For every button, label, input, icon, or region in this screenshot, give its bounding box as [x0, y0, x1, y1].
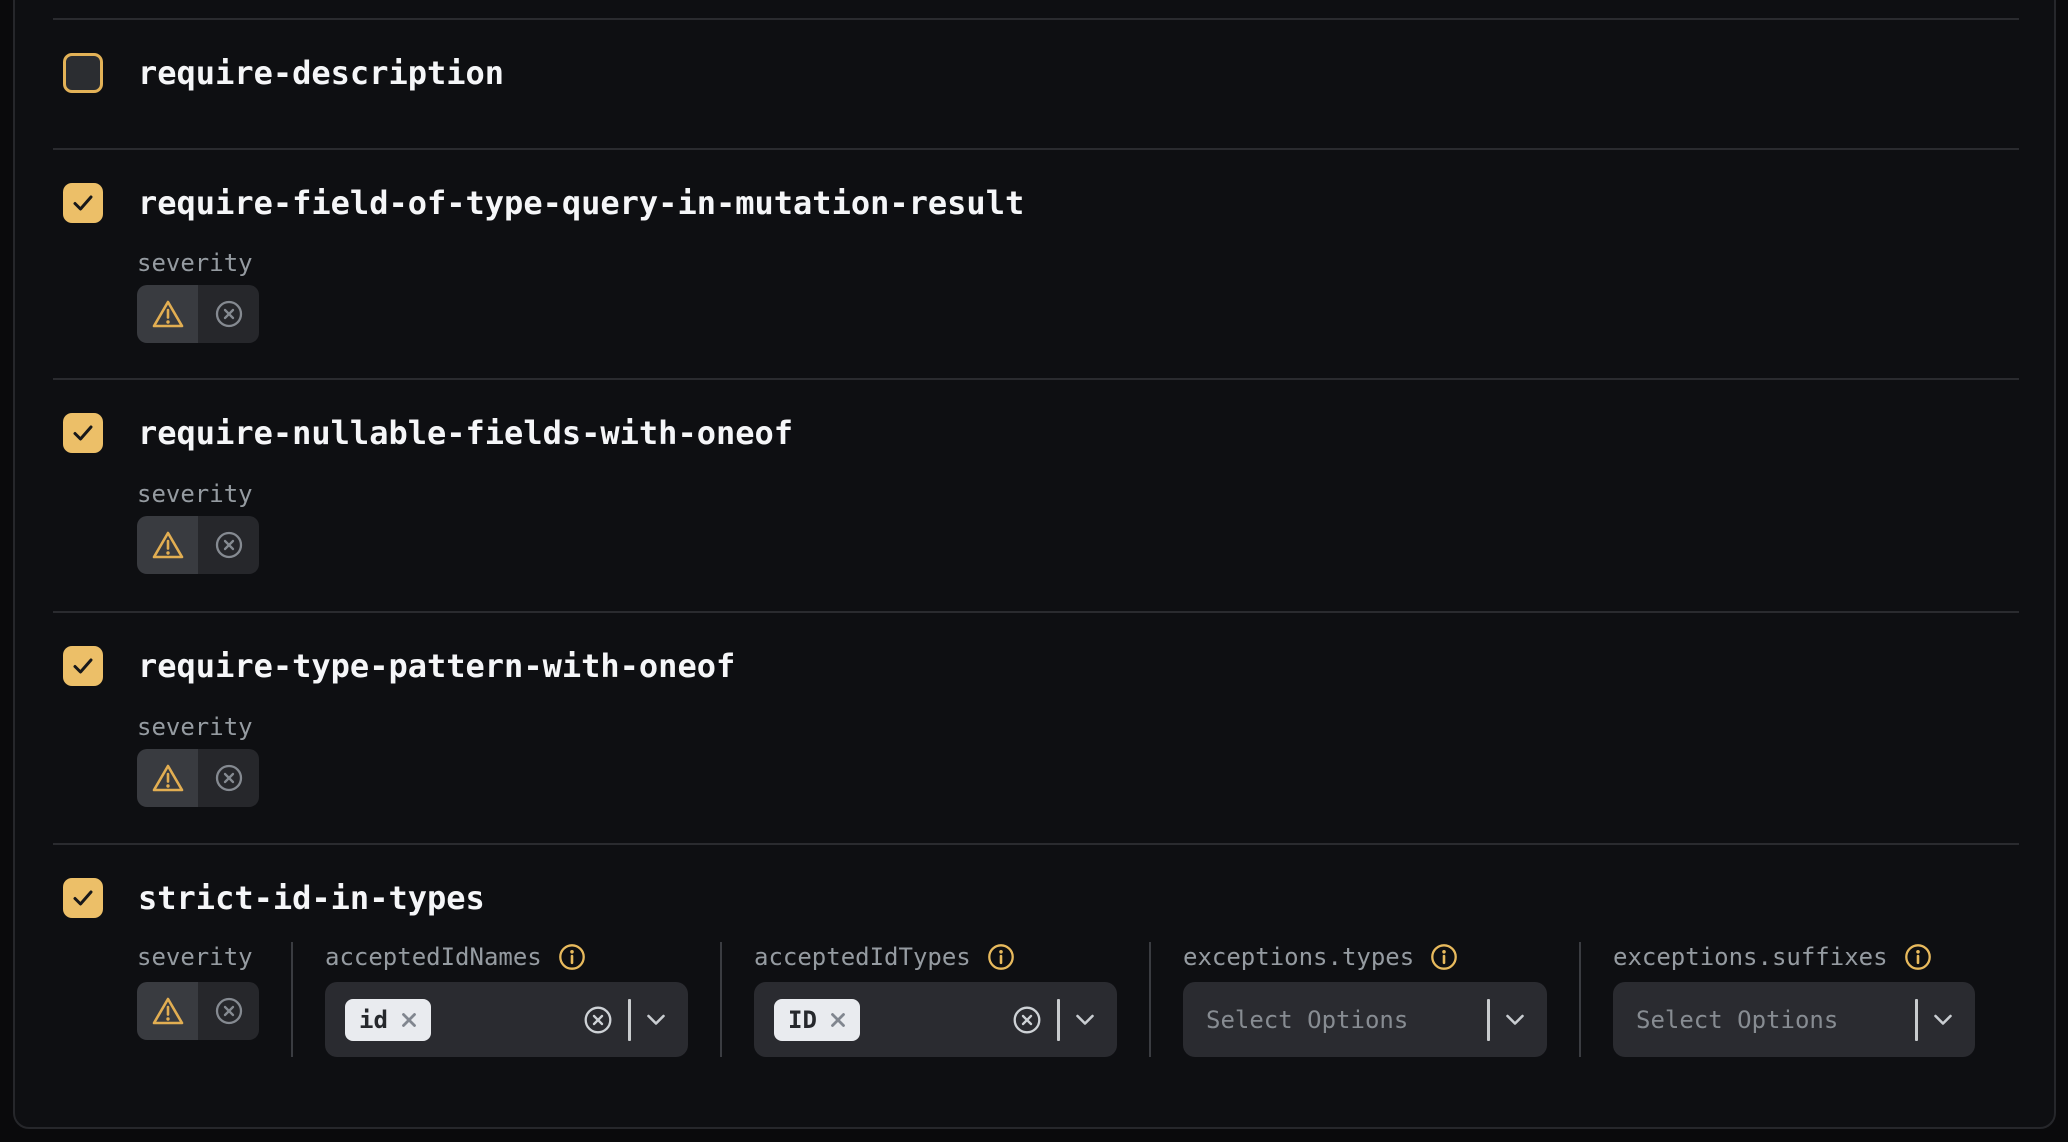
check-icon [71, 191, 95, 215]
severity-toggle [137, 285, 259, 343]
selected-value-chip: ID [774, 999, 860, 1041]
rule-row: strict-id-in-types [63, 878, 485, 918]
severity-toggle [137, 982, 259, 1040]
acceptedIdNames-option: acceptedIdNames id [325, 942, 688, 1057]
chevron-down-icon[interactable] [1933, 1014, 1953, 1026]
chip-remove-icon[interactable] [828, 1010, 848, 1030]
severity-off-button[interactable] [198, 285, 259, 343]
exceptions-suffixes-select[interactable]: Select Options [1613, 982, 1975, 1057]
severity-warn-button[interactable] [137, 982, 198, 1040]
severity-off-button[interactable] [198, 516, 259, 574]
severity-option: severity [137, 479, 259, 574]
column-separator [1149, 942, 1151, 1057]
severity-option: severity [137, 942, 259, 1057]
info-icon[interactable] [558, 943, 586, 971]
column-separator [1579, 942, 1581, 1057]
check-icon [71, 421, 95, 445]
severity-option: severity [137, 248, 259, 343]
rule-checkbox[interactable] [63, 53, 103, 93]
rule-checkbox[interactable] [63, 183, 103, 223]
rule-checkbox[interactable] [63, 878, 103, 918]
rule-checkbox[interactable] [63, 413, 103, 453]
row-divider [53, 378, 2019, 380]
rule-row: require-field-of-type-query-in-mutation-… [63, 183, 1024, 223]
warning-triangle-icon [151, 530, 185, 560]
row-divider [53, 843, 2019, 845]
check-icon [71, 886, 95, 910]
row-divider [53, 18, 2019, 20]
row-divider [53, 611, 2019, 613]
dropdown-separator [628, 999, 631, 1041]
exceptions-types-select[interactable]: Select Options [1183, 982, 1547, 1057]
dropdown-separator [1057, 999, 1060, 1041]
severity-warn-button[interactable] [137, 285, 198, 343]
column-separator [291, 942, 293, 1057]
clear-selection-icon[interactable] [1012, 1005, 1042, 1035]
chip-label: id [359, 1006, 388, 1034]
severity-off-button[interactable] [198, 982, 259, 1040]
rule-name-label: require-field-of-type-query-in-mutation-… [138, 184, 1024, 222]
rule-name-label: strict-id-in-types [138, 879, 485, 917]
rule-name-label: require-type-pattern-with-oneof [138, 647, 735, 685]
check-icon [71, 654, 95, 678]
info-icon[interactable] [1430, 943, 1458, 971]
option-label: exceptions.types [1183, 942, 1414, 972]
exceptions-suffixes-option: exceptions.suffixes Select Options [1613, 942, 1975, 1057]
chevron-down-icon[interactable] [646, 1014, 666, 1026]
severity-toggle [137, 749, 259, 807]
severity-off-button[interactable] [198, 749, 259, 807]
exceptions-types-option: exceptions.types Select Options [1183, 942, 1547, 1057]
option-label: acceptedIdNames [325, 942, 542, 972]
column-separator [720, 942, 722, 1057]
rule-checkbox[interactable] [63, 646, 103, 686]
info-icon[interactable] [987, 943, 1015, 971]
chevron-down-icon[interactable] [1505, 1014, 1525, 1026]
rule-name-label: require-nullable-fields-with-oneof [138, 414, 793, 452]
chip-remove-icon[interactable] [399, 1010, 419, 1030]
option-label: acceptedIdTypes [754, 942, 971, 972]
rule-row: require-nullable-fields-with-oneof [63, 413, 793, 453]
acceptedIdTypes-multiselect[interactable]: ID [754, 982, 1117, 1057]
circle-x-icon [214, 763, 244, 793]
rule-row: require-description [63, 53, 504, 93]
circle-x-icon [214, 530, 244, 560]
selected-value-chip: id [345, 999, 431, 1041]
info-icon[interactable] [1904, 943, 1932, 971]
dropdown-separator [1487, 999, 1490, 1041]
warning-triangle-icon [151, 996, 185, 1026]
option-label: severity [137, 479, 253, 509]
severity-warn-button[interactable] [137, 516, 198, 574]
severity-warn-button[interactable] [137, 749, 198, 807]
warning-triangle-icon [151, 763, 185, 793]
rule-row: require-type-pattern-with-oneof [63, 646, 735, 686]
acceptedIdTypes-option: acceptedIdTypes ID [754, 942, 1117, 1057]
circle-x-icon [214, 299, 244, 329]
chevron-down-icon[interactable] [1075, 1014, 1095, 1026]
option-label: severity [137, 712, 253, 742]
row-divider [53, 148, 2019, 150]
severity-toggle [137, 516, 259, 574]
acceptedIdNames-multiselect[interactable]: id [325, 982, 688, 1057]
option-label: severity [137, 942, 253, 972]
chip-label: ID [788, 1006, 817, 1034]
select-placeholder: Select Options [1206, 1006, 1408, 1034]
rule-options-row: severity acceptedIdNames id [137, 942, 1975, 1057]
clear-selection-icon[interactable] [583, 1005, 613, 1035]
warning-triangle-icon [151, 299, 185, 329]
rule-name-label: require-description [138, 54, 504, 92]
option-label: exceptions.suffixes [1613, 942, 1888, 972]
select-placeholder: Select Options [1636, 1006, 1838, 1034]
circle-x-icon [214, 996, 244, 1026]
option-label: severity [137, 248, 253, 278]
severity-option: severity [137, 712, 259, 807]
dropdown-separator [1915, 999, 1918, 1041]
